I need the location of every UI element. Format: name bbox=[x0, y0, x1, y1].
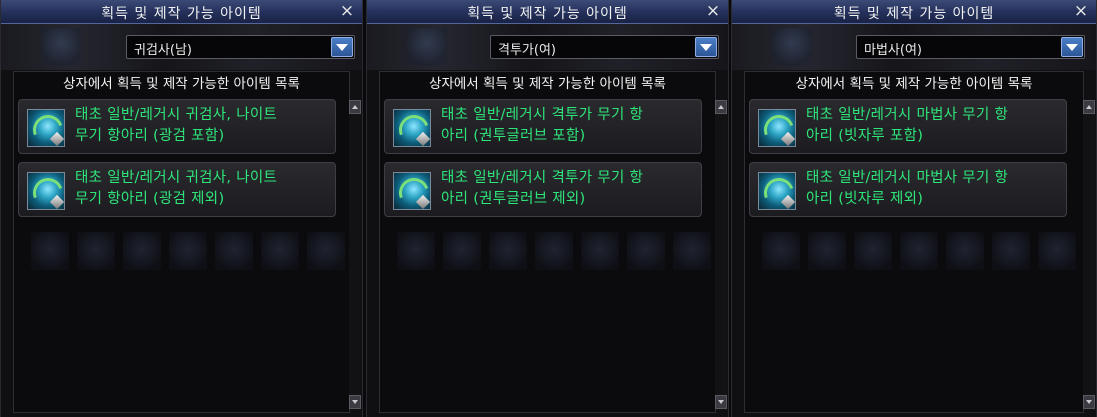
arrow-up-icon[interactable] bbox=[1083, 100, 1095, 114]
close-icon[interactable]: × bbox=[1072, 1, 1090, 21]
list-label: 상자에서 획득 및 제작 가능한 아이템 목록 bbox=[795, 76, 1033, 92]
class-select-value: 귀검사(남) bbox=[134, 43, 192, 58]
class-select-value: 격투가(여) bbox=[498, 43, 556, 58]
titlebar[interactable]: 획득 및 제작 가능 아이템 × bbox=[1, 0, 362, 24]
item-name: 태초 일반/레거시 귀검사, 나이트 무기 항아리 (광검 포함) bbox=[75, 107, 278, 144]
item-list-window-3: 획득 및 제작 가능 아이템 × 마법사(여) 상자에서 획득 및 제작 가능한… bbox=[731, 0, 1097, 417]
weapon-jar-icon bbox=[758, 109, 796, 147]
list-label: 상자에서 획득 및 제작 가능한 아이템 목록 bbox=[63, 76, 300, 92]
list-item[interactable]: 태초 일반/레거시 마법사 무기 항 아리 (빗자루 포함) bbox=[749, 99, 1067, 154]
class-select[interactable]: 귀검사(남) bbox=[126, 35, 355, 59]
scrollbar[interactable] bbox=[715, 100, 727, 409]
item-name: 태초 일반/레거시 마법사 무기 항 아리 (빗자루 제외) bbox=[806, 170, 1009, 207]
window-title: 획득 및 제작 가능 아이템 bbox=[833, 6, 995, 22]
class-select-value: 마법사(여) bbox=[864, 43, 922, 58]
list-label: 상자에서 획득 및 제작 가능한 아이템 목록 bbox=[429, 76, 666, 92]
chevron-down-icon[interactable] bbox=[695, 37, 717, 57]
weapon-jar-icon bbox=[393, 172, 431, 210]
list-item[interactable]: 태초 일반/레거시 격투가 무기 항 아리 (권투글러브 포함) bbox=[384, 99, 702, 154]
item-name: 태초 일반/레거시 격투가 무기 항 아리 (권투글러브 포함) bbox=[441, 107, 644, 144]
list-item[interactable]: 태초 일반/레거시 격투가 무기 항 아리 (권투글러브 제외) bbox=[384, 162, 702, 217]
weapon-jar-icon bbox=[393, 109, 431, 147]
item-name: 태초 일반/레거시 마법사 무기 항 아리 (빗자루 포함) bbox=[806, 107, 1009, 144]
item-list-window-2: 획득 및 제작 가능 아이템 × 격투가(여) 상자에서 획득 및 제작 가능한… bbox=[366, 0, 729, 417]
background-inventory-faded bbox=[397, 232, 711, 274]
class-select[interactable]: 격투가(여) bbox=[490, 35, 719, 59]
list-item[interactable]: 태초 일반/레거시 마법사 무기 항 아리 (빗자루 제외) bbox=[749, 162, 1067, 217]
item-name: 태초 일반/레거시 귀검사, 나이트 무기 항아리 (광검 제외) bbox=[75, 170, 278, 207]
chevron-down-icon[interactable] bbox=[1061, 37, 1083, 57]
close-icon[interactable]: × bbox=[338, 1, 356, 21]
background-inventory-faded bbox=[762, 232, 1076, 274]
titlebar[interactable]: 획득 및 제작 가능 아이템 × bbox=[367, 0, 728, 24]
scrollbar[interactable] bbox=[1083, 100, 1095, 409]
class-select[interactable]: 마법사(여) bbox=[856, 35, 1085, 59]
titlebar[interactable]: 획득 및 제작 가능 아이템 × bbox=[732, 0, 1096, 24]
list-item[interactable]: 태초 일반/레거시 귀검사, 나이트 무기 항아리 (광검 제외) bbox=[18, 162, 336, 217]
background-inventory-faded bbox=[31, 232, 345, 274]
weapon-jar-icon bbox=[27, 109, 65, 147]
arrow-down-icon[interactable] bbox=[715, 395, 727, 409]
list-item[interactable]: 태초 일반/레거시 귀검사, 나이트 무기 항아리 (광검 포함) bbox=[18, 99, 336, 154]
window-title: 획득 및 제작 가능 아이템 bbox=[467, 6, 628, 22]
scrollbar[interactable] bbox=[349, 100, 361, 409]
weapon-jar-icon bbox=[27, 172, 65, 210]
arrow-down-icon[interactable] bbox=[1083, 395, 1095, 409]
weapon-jar-icon bbox=[758, 172, 796, 210]
window-title: 획득 및 제작 가능 아이템 bbox=[101, 6, 262, 22]
chevron-down-icon[interactable] bbox=[331, 37, 353, 57]
close-icon[interactable]: × bbox=[704, 1, 722, 21]
item-name: 태초 일반/레거시 격투가 무기 항 아리 (권투글러브 제외) bbox=[441, 170, 644, 207]
arrow-down-icon[interactable] bbox=[349, 395, 361, 409]
item-list-window-1: 획득 및 제작 가능 아이템 × 귀검사(남) 상자에서 획득 및 제작 가능한… bbox=[0, 0, 363, 417]
arrow-up-icon[interactable] bbox=[349, 100, 361, 114]
arrow-up-icon[interactable] bbox=[715, 100, 727, 114]
